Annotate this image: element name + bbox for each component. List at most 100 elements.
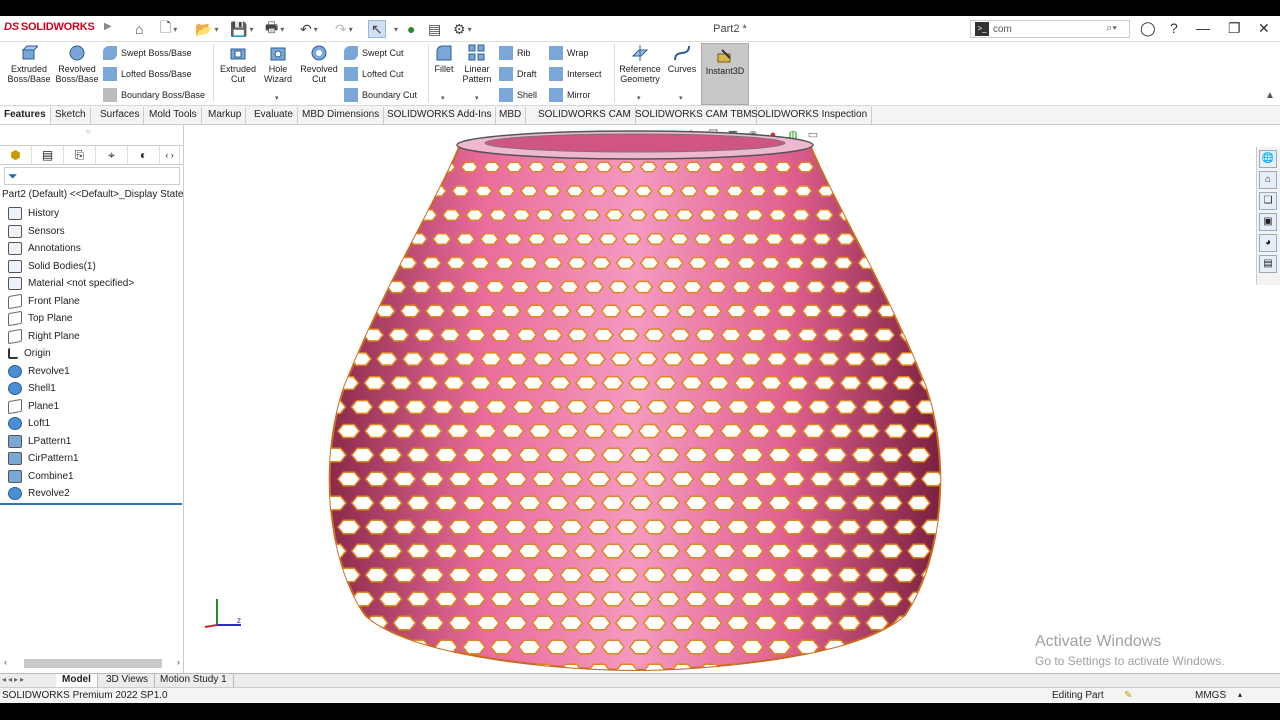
instant3d-button[interactable]: Instant3D <box>701 43 749 105</box>
unit-system-dropdown-icon[interactable]: ▴ <box>1238 690 1242 699</box>
filter-funnel-icon[interactable]: ⏷ <box>8 169 18 184</box>
mirror-button[interactable]: Mirror <box>549 88 591 102</box>
select-cursor-icon[interactable]: ↖ <box>368 20 386 38</box>
help-icon[interactable]: ? <box>1170 20 1178 36</box>
tree-item-loft1[interactable]: Loft1 <box>8 415 178 433</box>
save-icon[interactable]: 💾 ▾ <box>230 20 253 38</box>
tab-surfaces[interactable]: Surfaces <box>96 107 145 124</box>
tree-filter-box[interactable]: ⏷ <box>4 167 180 185</box>
curves-button[interactable]: Curves <box>664 44 700 74</box>
minimize-icon[interactable]: — <box>1196 20 1210 36</box>
intersect-button[interactable]: Intersect <box>549 67 602 81</box>
lofted-boss-button[interactable]: Lofted Boss/Base <box>103 67 192 81</box>
boundary-cut-button[interactable]: Boundary Cut <box>344 88 417 102</box>
curves-dropdown-icon[interactable]: ▾ <box>679 94 683 102</box>
tab-scroll-arrows-icon[interactable]: ◂◂▸▸ <box>2 675 26 684</box>
configuration-manager-tab-icon[interactable]: ⎘ <box>64 146 96 164</box>
refgeom-dropdown-icon[interactable]: ▾ <box>637 94 641 102</box>
rebuild-traffic-light-icon[interactable]: ● <box>407 20 415 38</box>
tree-root-part[interactable]: Part2 (Default) <<Default>_Display State <box>2 189 183 200</box>
tab-solidworks-add-ins[interactable]: SOLIDWORKS Add-Ins <box>383 107 497 124</box>
tree-item-revolve2[interactable]: Revolve2 <box>8 485 178 503</box>
scroll-right-icon[interactable]: › <box>177 657 180 667</box>
wrap-button[interactable]: Wrap <box>549 46 588 60</box>
search-commands-box[interactable]: >_ ⌕▾ <box>970 20 1130 38</box>
tree-item-plane1[interactable]: Plane1 <box>8 398 178 416</box>
pattern-dropdown-icon[interactable]: ▾ <box>475 94 479 102</box>
collapse-ribbon-icon[interactable]: ▲ <box>1265 90 1275 101</box>
tree-item-shell1[interactable]: Shell1 <box>8 380 178 398</box>
lofted-cut-button[interactable]: Lofted Cut <box>344 67 404 81</box>
tree-item-material[interactable]: Material <not specified> <box>8 275 178 293</box>
tab-mbd-dimensions[interactable]: MBD Dimensions <box>298 107 385 124</box>
tree-item-cirpattern1[interactable]: CirPattern1 <box>8 450 178 468</box>
file-explorer-icon[interactable]: ❏ <box>1259 192 1277 210</box>
menu-expand-arrow-icon[interactable]: ▶ <box>104 21 112 32</box>
tab-markup[interactable]: Markup <box>204 107 247 124</box>
select-dropdown-icon[interactable]: ▾ <box>392 20 398 38</box>
dimxpert-manager-tab-icon[interactable]: ⌖ <box>96 146 128 164</box>
tree-item-combine1[interactable]: Combine1 <box>8 468 178 486</box>
tab-mold-tools[interactable]: Mold Tools <box>145 107 202 124</box>
panel-grip-icon[interactable]: ○ <box>86 127 91 136</box>
swept-boss-button[interactable]: Swept Boss/Base <box>103 46 192 60</box>
solidworks-logo[interactable]: DS SOLIDWORKS <box>4 21 95 33</box>
tree-item-solid-bodies[interactable]: Solid Bodies(1) <box>8 258 178 276</box>
tab-features[interactable]: Features <box>0 107 51 124</box>
boundary-boss-button[interactable]: Boundary Boss/Base <box>103 88 205 102</box>
scrollbar-thumb[interactable] <box>24 659 162 668</box>
draft-button[interactable]: Draft <box>499 67 537 81</box>
restore-window-icon[interactable]: ❐ <box>1228 20 1241 37</box>
feature-manager-tab-icon[interactable]: ⬢ <box>0 146 32 164</box>
user-account-icon[interactable]: ◯ <box>1140 20 1156 37</box>
tree-item-front-plane[interactable]: Front Plane <box>8 293 178 311</box>
options-gear-icon[interactable]: ⚙ ▾ <box>453 20 472 38</box>
hole-dropdown-icon[interactable]: ▾ <box>275 94 279 102</box>
undo-icon[interactable]: ↶ ▾ <box>300 20 318 38</box>
fillet-button[interactable]: Fillet <box>430 44 458 74</box>
tree-item-right-plane[interactable]: Right Plane <box>8 328 178 346</box>
tree-item-history[interactable]: History <box>8 205 178 223</box>
extruded-boss-button[interactable]: Extruded Boss/Base <box>6 44 52 84</box>
redo-icon[interactable]: ↷ ▾ <box>335 20 353 38</box>
tab-sketch[interactable]: Sketch <box>51 107 91 124</box>
tab-3d-views[interactable]: 3D Views <box>100 674 156 687</box>
tab-motion-study-1[interactable]: Motion Study 1 <box>154 674 234 687</box>
hole-wizard-button[interactable]: Hole Wizard <box>258 44 298 84</box>
tab-model[interactable]: Model <box>56 674 98 687</box>
fillet-dropdown-icon[interactable]: ▾ <box>441 94 445 102</box>
linear-pattern-button[interactable]: Linear Pattern <box>460 44 494 84</box>
tree-item-top-plane[interactable]: Top Plane <box>8 310 178 328</box>
home-icon[interactable]: ⌂ <box>135 20 143 38</box>
tab-evaluate[interactable]: Evaluate <box>250 107 298 124</box>
unit-system[interactable]: MMGS <box>1195 690 1226 701</box>
graphics-area[interactable]: ⌕ ⊕ ↶ ◧ ✎ ❒ ◩ ◉ ● ◍ ▭ ◫ ◨ — ❐ ✕ <box>185 125 1280 673</box>
rollback-bar[interactable] <box>0 503 182 505</box>
tab-solidworks-inspection[interactable]: SOLIDWORKS Inspection <box>747 107 873 124</box>
tree-item-annotations[interactable]: Annotations <box>8 240 178 258</box>
property-manager-tab-icon[interactable]: ▤ <box>32 146 64 164</box>
scroll-left-icon[interactable]: ‹ <box>4 657 7 667</box>
search-icon[interactable]: ⌕▾ <box>1106 22 1117 35</box>
solidworks-resources-icon[interactable]: 🌐 <box>1259 150 1277 168</box>
display-manager-tab-icon[interactable]: ◐ <box>128 146 160 164</box>
custom-properties-icon[interactable]: ▤ <box>1259 255 1277 273</box>
print-icon[interactable]: 🖶 ▾ <box>265 19 284 38</box>
open-folder-icon[interactable]: 📂 ▾ <box>195 20 218 38</box>
new-document-icon[interactable]: 🗋 ▾ <box>160 19 177 38</box>
tree-item-revolve1[interactable]: Revolve1 <box>8 363 178 381</box>
revolved-boss-button[interactable]: Revolved Boss/Base <box>54 44 100 84</box>
tree-horizontal-scrollbar[interactable]: ‹ › <box>4 657 180 669</box>
extruded-cut-button[interactable]: Extruded Cut <box>216 44 260 84</box>
design-library-icon[interactable]: ⌂ <box>1259 171 1277 189</box>
appearances-icon[interactable]: ◕ <box>1259 234 1277 252</box>
tab-solidworks-cam-tbm[interactable]: SOLIDWORKS CAM TBM <box>631 107 757 124</box>
search-input[interactable] <box>993 23 1103 35</box>
swept-cut-button[interactable]: Swept Cut <box>344 46 404 60</box>
rebuild-status-icon[interactable]: ✎ <box>1124 690 1132 701</box>
file-properties-icon[interactable]: ▤ <box>428 20 441 38</box>
tree-item-origin[interactable]: Origin <box>8 345 178 363</box>
tree-item-sensors[interactable]: Sensors <box>8 223 178 241</box>
tab-mbd[interactable]: MBD <box>495 107 527 124</box>
honeycomb-vase-model[interactable] <box>325 125 945 673</box>
